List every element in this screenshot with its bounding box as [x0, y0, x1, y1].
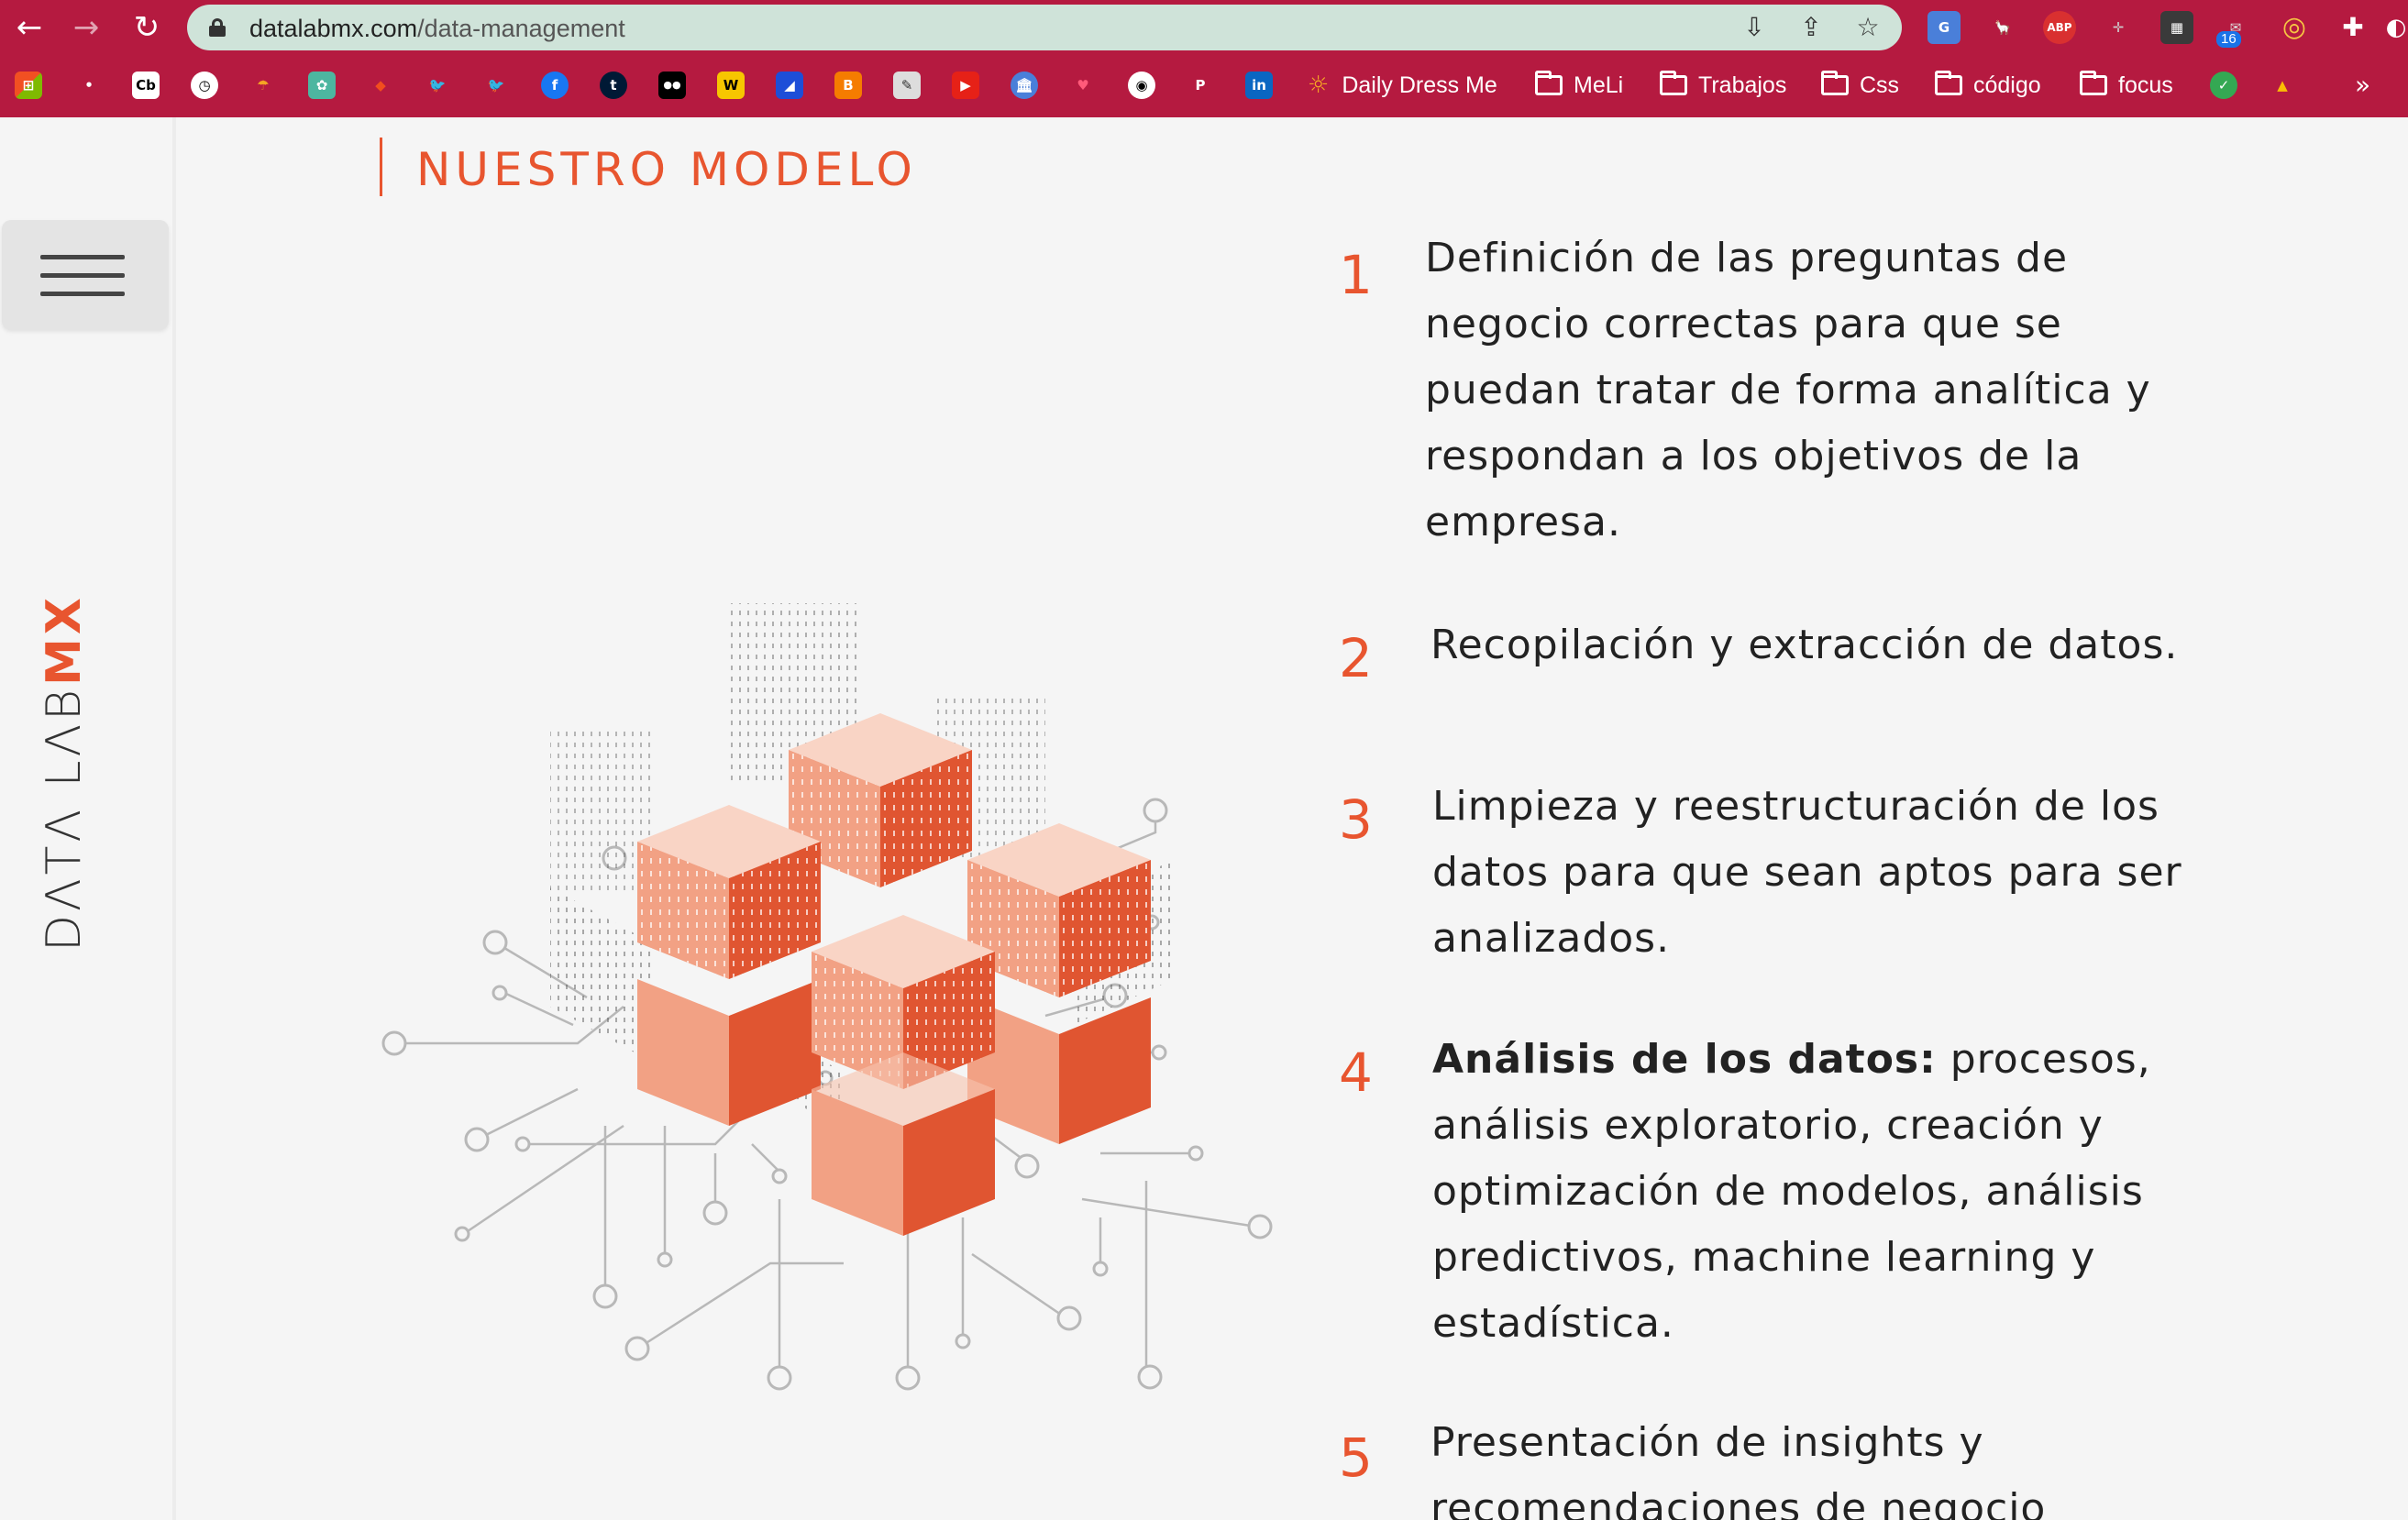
linkedin-icon[interactable]: in — [1245, 72, 1273, 99]
profile-icon[interactable]: ◐ — [2384, 11, 2408, 44]
step-3-text: Limpieza y reestructuración de los datos… — [1432, 774, 2221, 972]
facebook-icon[interactable]: f — [541, 72, 569, 99]
page-content: DΛTΛ LΛBMX NUESTRO MODELO 1 Definición d… — [0, 117, 2408, 1520]
bookmark-folder-codigo[interactable]: código — [1935, 70, 2041, 101]
step-1-text: Definición de las preguntas de negocio c… — [1425, 226, 2214, 556]
step-2-text: Recopilación y extracción de datos. — [1430, 612, 2219, 678]
bookmark-label: Css — [1860, 72, 1900, 98]
step-3-body: Limpieza y reestructuración de los datos… — [1432, 783, 2182, 962]
bookmark-folder-focus[interactable]: focus — [2080, 70, 2173, 101]
browser-chrome: ← → ↻ datalabmx.com/data-management ⇩ ⇪ … — [0, 0, 2408, 117]
blogger-icon[interactable]: B — [834, 72, 862, 99]
url-text[interactable]: datalabmx.com/data-management — [249, 15, 625, 43]
crunchbase-icon[interactable]: Cb — [132, 72, 160, 99]
step-5-text: Presentación de insights y recomendacion… — [1430, 1410, 2219, 1520]
step-4-number: 4 — [1339, 1041, 1373, 1104]
heart-icon[interactable]: ♥ — [1069, 72, 1097, 99]
bookmark-folder-trabajos[interactable]: Trabajos — [1660, 70, 1786, 101]
menu-line — [40, 273, 125, 278]
lock-icon[interactable] — [209, 18, 226, 37]
twitter-icon[interactable]: 🐦 — [424, 72, 451, 99]
step-5-body: Presentación de insights y recomendacion… — [1430, 1419, 2047, 1520]
clock-icon[interactable]: ◷ — [191, 72, 218, 99]
microsoft-icon[interactable]: ⊞ — [15, 72, 42, 99]
menu-line — [40, 255, 125, 259]
logo-text: DΛTΛ LΛB — [37, 685, 92, 952]
extensions-puzzle-icon[interactable]: ✚ — [2336, 11, 2369, 44]
pinterest-icon[interactable]: P — [1187, 72, 1214, 99]
github-icon[interactable]: ◉ — [1128, 72, 1155, 99]
logo-accent: MX — [37, 594, 92, 686]
sun-icon: ☼ — [1308, 72, 1330, 99]
folder-icon — [1821, 71, 1849, 95]
chatgpt-icon[interactable]: ✿ — [308, 72, 336, 99]
stats-icon[interactable]: ◢ — [776, 72, 803, 99]
extension-llama-icon[interactable]: 🦙 — [1986, 11, 2019, 44]
page-title: NUESTRO MODELO — [416, 143, 917, 196]
browser-toolbar: ← → ↻ datalabmx.com/data-management ⇩ ⇪ … — [0, 0, 2408, 55]
folder-icon — [1660, 71, 1687, 95]
bookmarks-overflow-chevron[interactable]: » — [2355, 70, 2370, 100]
step-3-number: 3 — [1339, 788, 1373, 851]
umbrella-icon[interactable]: ☂ — [249, 72, 277, 99]
bookmark-star-icon[interactable]: ☆ — [1852, 12, 1883, 43]
step-2-body: Recopilación y extracción de datos. — [1430, 622, 2179, 668]
install-app-icon[interactable]: ⇩ — [1739, 12, 1770, 43]
folder-icon — [1935, 71, 1962, 95]
bookmark-label: Trabajos — [1698, 72, 1787, 98]
bookmark-label: Daily Dress Me — [1342, 72, 1497, 98]
sidebar: DΛTΛ LΛBMX — [0, 117, 176, 1520]
google-translate-icon[interactable]: G — [1928, 11, 1961, 44]
mail-count-badge: 16 — [2216, 31, 2241, 48]
extension-target-icon[interactable]: ◎ — [2278, 11, 2311, 44]
step-4-bold: Análisis de los datos: — [1432, 1036, 1937, 1083]
bookmark-label: MeLi — [1574, 72, 1624, 98]
menu-line — [40, 292, 125, 296]
tumblr-icon[interactable]: t — [600, 72, 627, 99]
dot-icon[interactable]: • — [75, 72, 103, 99]
url-host: datalabmx.com — [249, 15, 418, 42]
bookmark-daily-dress-me[interactable]: ☼ Daily Dress Me — [1308, 70, 1497, 101]
extension-crosshair-icon[interactable]: ✛ — [2102, 11, 2135, 44]
step-2-number: 2 — [1339, 627, 1373, 689]
step-5-number: 5 — [1339, 1426, 1373, 1489]
datalab-logo[interactable]: DΛTΛ LΛBMX — [37, 594, 92, 952]
cube-front-lower — [812, 1052, 995, 1236]
youtube-icon[interactable]: ▶ — [952, 72, 979, 99]
webflow-icon[interactable]: W — [717, 72, 745, 99]
bookmark-label: código — [1973, 72, 2041, 98]
bookmark-folder-css[interactable]: Css — [1821, 70, 1899, 101]
bank-icon[interactable]: 🏛 — [1011, 72, 1038, 99]
google-drive-icon[interactable]: ▲ — [2269, 72, 2296, 99]
medium-icon[interactable]: ●● — [658, 72, 686, 99]
reload-button[interactable]: ↻ — [128, 9, 165, 46]
extension-grid-icon[interactable]: ▦ — [2160, 11, 2193, 44]
bookmark-folder-meli[interactable]: MeLi — [1535, 70, 1623, 101]
step-1-body: Definición de las preguntas de negocio c… — [1425, 235, 2151, 545]
adblock-plus-icon[interactable]: ABP — [2043, 11, 2076, 44]
forward-button[interactable]: → — [68, 9, 105, 46]
step-1-number: 1 — [1339, 244, 1373, 306]
shield-check-icon[interactable]: ✓ — [2210, 72, 2237, 99]
twitter-icon-2[interactable]: 🐦 — [482, 72, 510, 99]
step-4-text: Análisis de los datos: procesos, análisi… — [1432, 1027, 2221, 1357]
address-bar[interactable]: datalabmx.com/data-management ⇩ ⇪ ☆ — [187, 5, 1902, 50]
figma-icon[interactable]: ◆ — [367, 72, 394, 99]
heading-accent-bar — [380, 138, 382, 196]
back-button[interactable]: ← — [11, 9, 48, 46]
sketch-icon[interactable]: ✎ — [893, 72, 921, 99]
cube-left — [637, 805, 821, 979]
data-cubes-illustration — [381, 603, 1273, 1391]
hamburger-menu-button[interactable] — [2, 220, 169, 330]
folder-icon — [1535, 71, 1563, 95]
folder-icon — [2080, 71, 2107, 95]
bookmark-label: focus — [2118, 72, 2173, 98]
url-path: /data-management — [417, 15, 625, 42]
share-icon[interactable]: ⇪ — [1795, 12, 1827, 43]
cube-left-lower — [637, 979, 821, 1126]
